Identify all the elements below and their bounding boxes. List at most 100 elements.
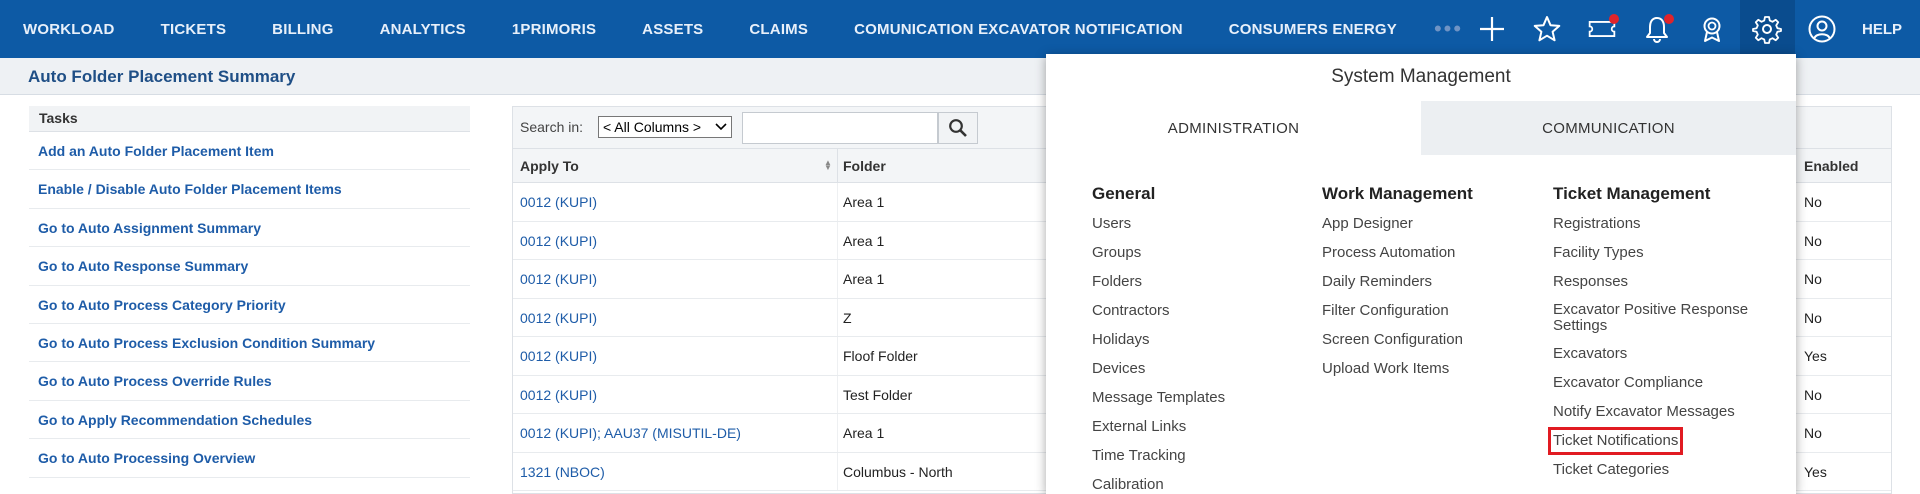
menu-item-excavators[interactable]: Excavators bbox=[1553, 345, 1773, 363]
menu-item-facility-types[interactable]: Facility Types bbox=[1553, 244, 1773, 262]
task-link[interactable]: Go to Auto Processing Overview bbox=[29, 439, 470, 478]
system-management-menu: System Management ADMINISTRATION COMMUNI… bbox=[1046, 54, 1796, 494]
work-management-heading: Work Management bbox=[1322, 184, 1473, 203]
tab-communication[interactable]: COMMUNICATION bbox=[1421, 101, 1796, 155]
bell-icon[interactable] bbox=[1630, 0, 1685, 58]
menu-item-daily-reminders[interactable]: Daily Reminders bbox=[1322, 273, 1532, 291]
apply-to-link[interactable]: 0012 (KUPI) bbox=[520, 271, 597, 287]
menu-item-excavator-positive-response-settings[interactable]: Excavator Positive Response Settings bbox=[1553, 302, 1763, 334]
menu-item-responses[interactable]: Responses bbox=[1553, 273, 1773, 291]
task-link[interactable]: Go to Auto Process Override Rules bbox=[29, 362, 470, 401]
enabled-cell: No bbox=[1804, 425, 1822, 441]
apply-to-link[interactable]: 1321 (NBOC) bbox=[520, 464, 605, 480]
menu-item-notify-excavator-messages[interactable]: Notify Excavator Messages bbox=[1553, 403, 1773, 421]
search-column-select[interactable]: < All Columns > bbox=[598, 116, 732, 138]
apply-to-link[interactable]: 0012 (KUPI) bbox=[520, 194, 597, 210]
nav-comunication-excavator-notification[interactable]: COMUNICATION EXCAVATOR NOTIFICATION bbox=[831, 21, 1206, 38]
apply-to-link[interactable]: 0012 (KUPI) bbox=[520, 310, 597, 326]
notification-dot bbox=[1663, 14, 1674, 24]
search-icon bbox=[949, 119, 967, 137]
menu-item-ticket-categories[interactable]: Ticket Categories bbox=[1553, 461, 1773, 479]
help-link[interactable]: HELP bbox=[1850, 21, 1920, 38]
tasks-panel: Tasks Add an Auto Folder Placement Item … bbox=[29, 106, 470, 478]
task-link[interactable]: Go to Apply Recommendation Schedules bbox=[29, 401, 470, 440]
top-nav-menu: WORKLOAD TICKETS BILLING ANALYTICS 1PRIM… bbox=[0, 0, 1477, 58]
menu-item-holidays[interactable]: Holidays bbox=[1092, 331, 1302, 349]
search-column-value: < All Columns > bbox=[603, 119, 702, 135]
column-header-folder[interactable]: Folder bbox=[843, 158, 886, 174]
folder-cell: Z bbox=[843, 309, 852, 326]
menu-item-app-designer[interactable]: App Designer bbox=[1322, 215, 1532, 233]
menu-item-external-links[interactable]: External Links bbox=[1092, 418, 1302, 436]
ticket-management-column: Ticket Management Registrations Facility… bbox=[1547, 184, 1773, 490]
menu-item-filter-configuration[interactable]: Filter Configuration bbox=[1322, 302, 1532, 320]
search-input[interactable] bbox=[742, 112, 938, 144]
menu-item-groups[interactable]: Groups bbox=[1092, 244, 1302, 262]
tasks-header: Tasks bbox=[29, 106, 470, 132]
plus-icon[interactable] bbox=[1465, 0, 1520, 58]
menu-item-calibration[interactable]: Calibration bbox=[1092, 476, 1302, 494]
menu-item-process-automation[interactable]: Process Automation bbox=[1322, 244, 1532, 262]
task-link[interactable]: Go to Auto Assignment Summary bbox=[29, 209, 470, 248]
menu-item-ticket-notifications[interactable]: Ticket Notifications bbox=[1547, 427, 1684, 455]
nav-consumers-energy[interactable]: CONSUMERS ENERGY bbox=[1206, 21, 1420, 38]
enabled-cell: No bbox=[1804, 271, 1822, 287]
column-divider bbox=[837, 149, 838, 183]
menu-item-devices[interactable]: Devices bbox=[1092, 360, 1302, 378]
apply-to-link[interactable]: 0012 (KUPI) bbox=[520, 233, 597, 249]
menu-item-screen-configuration[interactable]: Screen Configuration bbox=[1322, 331, 1532, 349]
folder-cell: Test Folder bbox=[843, 386, 913, 403]
enabled-cell: No bbox=[1804, 309, 1822, 326]
search-in-label: Search in: bbox=[520, 119, 584, 135]
sort-icon[interactable]: ▲ ▼ bbox=[824, 159, 832, 172]
nav-tickets[interactable]: TICKETS bbox=[138, 21, 250, 38]
tab-administration[interactable]: ADMINISTRATION bbox=[1046, 101, 1421, 155]
nav-claims[interactable]: CLAIMS bbox=[726, 21, 831, 38]
menu-item-message-templates[interactable]: Message Templates bbox=[1092, 389, 1302, 407]
nav-workload[interactable]: WORKLOAD bbox=[0, 21, 138, 38]
folder-cell: Columbus - North bbox=[843, 463, 953, 480]
menu-item-registrations[interactable]: Registrations bbox=[1553, 215, 1773, 233]
menu-item-folders[interactable]: Folders bbox=[1092, 273, 1302, 291]
top-nav: WORKLOAD TICKETS BILLING ANALYTICS 1PRIM… bbox=[0, 0, 1920, 58]
task-link[interactable]: Add an Auto Folder Placement Item bbox=[29, 132, 470, 171]
folder-cell: Area 1 bbox=[843, 232, 885, 249]
nav-analytics[interactable]: ANALYTICS bbox=[357, 21, 489, 38]
menu-item-users[interactable]: Users bbox=[1092, 215, 1302, 233]
nav-1primoris[interactable]: 1PRIMORIS bbox=[489, 21, 619, 38]
general-column: General Users Groups Folders Contractors… bbox=[1092, 184, 1302, 494]
system-management-tabs: ADMINISTRATION COMMUNICATION bbox=[1046, 101, 1796, 155]
folder-cell: Area 1 bbox=[843, 271, 885, 287]
nav-assets[interactable]: ASSETS bbox=[619, 21, 726, 38]
folder-cell: Area 1 bbox=[843, 194, 885, 210]
menu-item-excavator-compliance[interactable]: Excavator Compliance bbox=[1553, 374, 1773, 392]
apply-to-link[interactable]: 0012 (KUPI) bbox=[520, 387, 597, 403]
work-management-column: Work Management App Designer Process Aut… bbox=[1322, 184, 1532, 389]
ticket-management-heading: Ticket Management bbox=[1553, 184, 1711, 203]
page-title: Auto Folder Placement Summary bbox=[28, 67, 296, 86]
apply-to-link[interactable]: 0012 (KUPI) bbox=[520, 348, 597, 364]
system-management-title: System Management bbox=[1331, 66, 1511, 87]
apply-to-link[interactable]: 0012 (KUPI); AAU37 (MISUTIL-DE) bbox=[520, 425, 741, 441]
column-header-apply-to[interactable]: Apply To bbox=[520, 158, 579, 174]
nav-billing[interactable]: BILLING bbox=[249, 21, 356, 38]
ticket-icon[interactable] bbox=[1575, 0, 1630, 58]
menu-item-contractors[interactable]: Contractors bbox=[1092, 302, 1302, 320]
task-link[interactable]: Enable / Disable Auto Folder Placement I… bbox=[29, 170, 470, 209]
folder-cell: Floof Folder bbox=[843, 348, 918, 364]
task-link[interactable]: Go to Auto Process Category Priority bbox=[29, 286, 470, 324]
user-icon[interactable] bbox=[1795, 0, 1850, 58]
task-link[interactable]: Go to Auto Response Summary bbox=[29, 247, 470, 286]
enabled-cell: No bbox=[1804, 386, 1822, 403]
star-icon[interactable] bbox=[1520, 0, 1575, 58]
gear-icon[interactable] bbox=[1739, 0, 1795, 58]
search-button[interactable] bbox=[938, 112, 978, 144]
menu-item-upload-work-items[interactable]: Upload Work Items bbox=[1322, 360, 1532, 378]
enabled-cell: No bbox=[1804, 194, 1822, 210]
menu-item-time-tracking[interactable]: Time Tracking bbox=[1092, 447, 1302, 465]
column-header-enabled[interactable]: Enabled bbox=[1804, 158, 1858, 174]
notification-dot bbox=[1608, 14, 1619, 24]
folder-cell: Area 1 bbox=[843, 425, 885, 441]
award-icon[interactable] bbox=[1685, 0, 1740, 58]
task-link[interactable]: Go to Auto Process Exclusion Condition S… bbox=[29, 324, 470, 363]
